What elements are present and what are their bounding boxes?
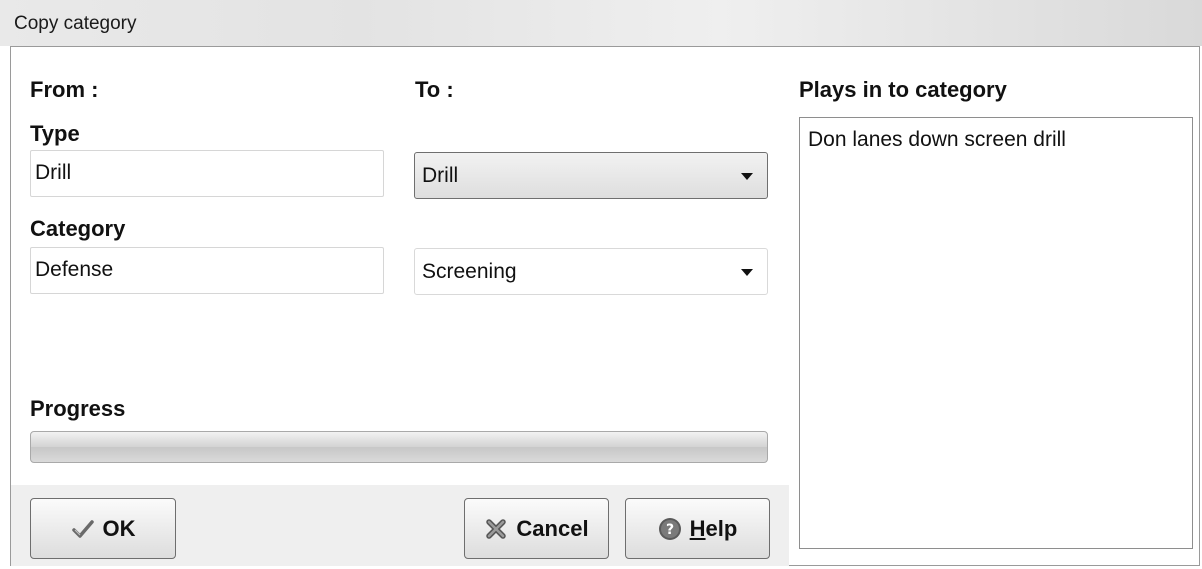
to-category-selected: Screening [422,260,517,283]
chevron-down-icon [741,173,753,180]
plays-listbox[interactable]: Don lanes down screen drill [799,117,1193,549]
svg-text:?: ? [666,522,674,538]
window-title: Copy category [14,13,137,34]
help-button[interactable]: ? Help [625,498,770,559]
cancel-label: Cancel [516,515,589,541]
title-bar[interactable]: Copy category [0,0,1202,46]
from-type-value: Drill [35,161,72,184]
cancel-x-icon [486,518,507,539]
cancel-button[interactable]: Cancel [464,498,609,559]
checkmark-icon [71,519,94,538]
to-type-dropdown[interactable]: Drill [414,152,768,199]
progress-label: Progress [30,396,126,421]
chevron-down-icon [741,269,753,276]
ok-button[interactable]: OK [30,498,176,559]
type-label: Type [30,121,80,146]
help-mnemonic: H [689,515,706,541]
copy-category-dialog: Copy category From : Type Drill Category… [0,0,1202,569]
help-label-rest: elp [705,515,738,541]
dialog-body: From : Type Drill Category Defense To : … [10,46,1200,566]
from-category-value: Defense [35,258,114,281]
ok-label: OK [102,515,136,541]
category-label: Category [30,216,126,241]
to-heading: To : [415,77,454,102]
list-item[interactable]: Don lanes down screen drill [808,128,1066,152]
from-category-field[interactable]: Defense [30,247,384,294]
plays-heading: Plays in to category [799,77,1007,102]
help-label: Help [690,516,738,542]
from-type-field[interactable]: Drill [30,150,384,197]
to-type-selected: Drill [422,164,459,187]
from-heading: From : [30,77,99,102]
progress-bar [30,431,768,463]
to-category-dropdown[interactable]: Screening [414,248,768,295]
help-question-icon: ? [658,517,681,540]
